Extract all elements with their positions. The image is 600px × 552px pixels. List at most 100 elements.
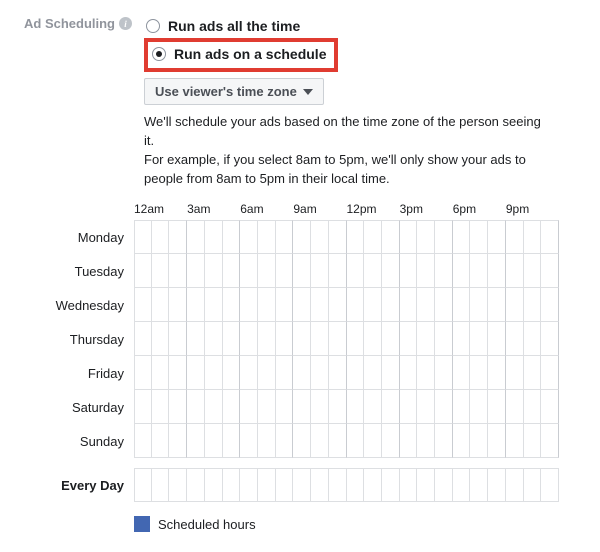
schedule-cell[interactable] <box>223 288 241 322</box>
schedule-cell[interactable] <box>506 356 524 390</box>
schedule-cell[interactable] <box>364 322 382 356</box>
schedule-cell[interactable] <box>506 254 524 288</box>
schedule-cell[interactable] <box>187 322 205 356</box>
schedule-cell[interactable] <box>276 322 294 356</box>
schedule-cell[interactable] <box>329 356 347 390</box>
schedule-cell[interactable] <box>134 288 152 322</box>
schedule-cell[interactable] <box>187 254 205 288</box>
schedule-cell[interactable] <box>223 468 241 502</box>
schedule-cell[interactable] <box>435 322 453 356</box>
schedule-cell[interactable] <box>205 356 223 390</box>
schedule-cell[interactable] <box>169 356 187 390</box>
schedule-cell[interactable] <box>134 254 152 288</box>
schedule-cell[interactable] <box>276 356 294 390</box>
schedule-cell[interactable] <box>364 468 382 502</box>
schedule-cell[interactable] <box>347 220 365 254</box>
schedule-cell[interactable] <box>205 220 223 254</box>
schedule-cell[interactable] <box>382 220 400 254</box>
schedule-cell[interactable] <box>152 220 170 254</box>
schedule-cell[interactable] <box>205 468 223 502</box>
schedule-cell[interactable] <box>329 288 347 322</box>
schedule-cell[interactable] <box>169 288 187 322</box>
schedule-cell[interactable] <box>400 288 418 322</box>
schedule-cell[interactable] <box>311 288 329 322</box>
schedule-cell[interactable] <box>364 254 382 288</box>
schedule-cell[interactable] <box>329 424 347 458</box>
schedule-cell[interactable] <box>329 254 347 288</box>
schedule-cell[interactable] <box>364 424 382 458</box>
schedule-cell[interactable] <box>435 468 453 502</box>
schedule-cell[interactable] <box>240 468 258 502</box>
schedule-cell[interactable] <box>311 220 329 254</box>
schedule-cell[interactable] <box>488 424 506 458</box>
schedule-cell[interactable] <box>417 390 435 424</box>
schedule-cell[interactable] <box>506 322 524 356</box>
schedule-cell[interactable] <box>223 390 241 424</box>
schedule-cell[interactable] <box>488 468 506 502</box>
schedule-cell[interactable] <box>382 322 400 356</box>
schedule-cell[interactable] <box>329 468 347 502</box>
schedule-cell[interactable] <box>169 254 187 288</box>
schedule-cell[interactable] <box>382 424 400 458</box>
schedule-cell[interactable] <box>329 322 347 356</box>
timezone-dropdown[interactable]: Use viewer's time zone <box>144 78 324 105</box>
schedule-cell[interactable] <box>435 288 453 322</box>
schedule-cell[interactable] <box>347 356 365 390</box>
schedule-cell[interactable] <box>417 356 435 390</box>
schedule-cell[interactable] <box>417 254 435 288</box>
schedule-cell[interactable] <box>382 356 400 390</box>
schedule-cell[interactable] <box>382 254 400 288</box>
schedule-cell[interactable] <box>453 468 471 502</box>
radio-run-on-schedule[interactable]: Run ads on a schedule <box>150 44 328 64</box>
schedule-cell[interactable] <box>347 424 365 458</box>
schedule-cell[interactable] <box>364 288 382 322</box>
schedule-cell[interactable] <box>152 468 170 502</box>
schedule-cell[interactable] <box>382 390 400 424</box>
info-icon[interactable]: i <box>119 17 132 30</box>
schedule-cell[interactable] <box>400 468 418 502</box>
schedule-cell[interactable] <box>293 254 311 288</box>
schedule-cell[interactable] <box>435 424 453 458</box>
schedule-cell[interactable] <box>524 424 542 458</box>
schedule-cell[interactable] <box>205 424 223 458</box>
schedule-cell[interactable] <box>435 254 453 288</box>
schedule-cell[interactable] <box>435 220 453 254</box>
schedule-cell[interactable] <box>258 424 276 458</box>
schedule-cell[interactable] <box>169 220 187 254</box>
schedule-cell[interactable] <box>347 390 365 424</box>
schedule-cell[interactable] <box>400 424 418 458</box>
schedule-cell[interactable] <box>240 322 258 356</box>
schedule-cell[interactable] <box>205 288 223 322</box>
schedule-cell[interactable] <box>240 356 258 390</box>
schedule-cell[interactable] <box>134 468 152 502</box>
schedule-cell[interactable] <box>258 468 276 502</box>
day-cells[interactable] <box>134 390 559 424</box>
schedule-cell[interactable] <box>382 288 400 322</box>
schedule-cell[interactable] <box>152 288 170 322</box>
schedule-cell[interactable] <box>506 390 524 424</box>
schedule-cell[interactable] <box>293 424 311 458</box>
schedule-cell[interactable] <box>541 356 559 390</box>
schedule-cell[interactable] <box>382 468 400 502</box>
schedule-cell[interactable] <box>311 322 329 356</box>
schedule-cell[interactable] <box>470 356 488 390</box>
schedule-cell[interactable] <box>258 254 276 288</box>
schedule-cell[interactable] <box>470 322 488 356</box>
schedule-cell[interactable] <box>152 424 170 458</box>
schedule-cell[interactable] <box>470 468 488 502</box>
schedule-cell[interactable] <box>223 220 241 254</box>
schedule-cell[interactable] <box>488 220 506 254</box>
schedule-cell[interactable] <box>276 424 294 458</box>
schedule-cell[interactable] <box>134 356 152 390</box>
schedule-cell[interactable] <box>488 356 506 390</box>
schedule-cell[interactable] <box>506 288 524 322</box>
schedule-cell[interactable] <box>240 288 258 322</box>
schedule-cell[interactable] <box>435 356 453 390</box>
schedule-cell[interactable] <box>524 468 542 502</box>
schedule-cell[interactable] <box>276 220 294 254</box>
schedule-cell[interactable] <box>329 220 347 254</box>
schedule-cell[interactable] <box>347 254 365 288</box>
schedule-cell[interactable] <box>152 322 170 356</box>
schedule-cell[interactable] <box>524 390 542 424</box>
schedule-cell[interactable] <box>134 424 152 458</box>
